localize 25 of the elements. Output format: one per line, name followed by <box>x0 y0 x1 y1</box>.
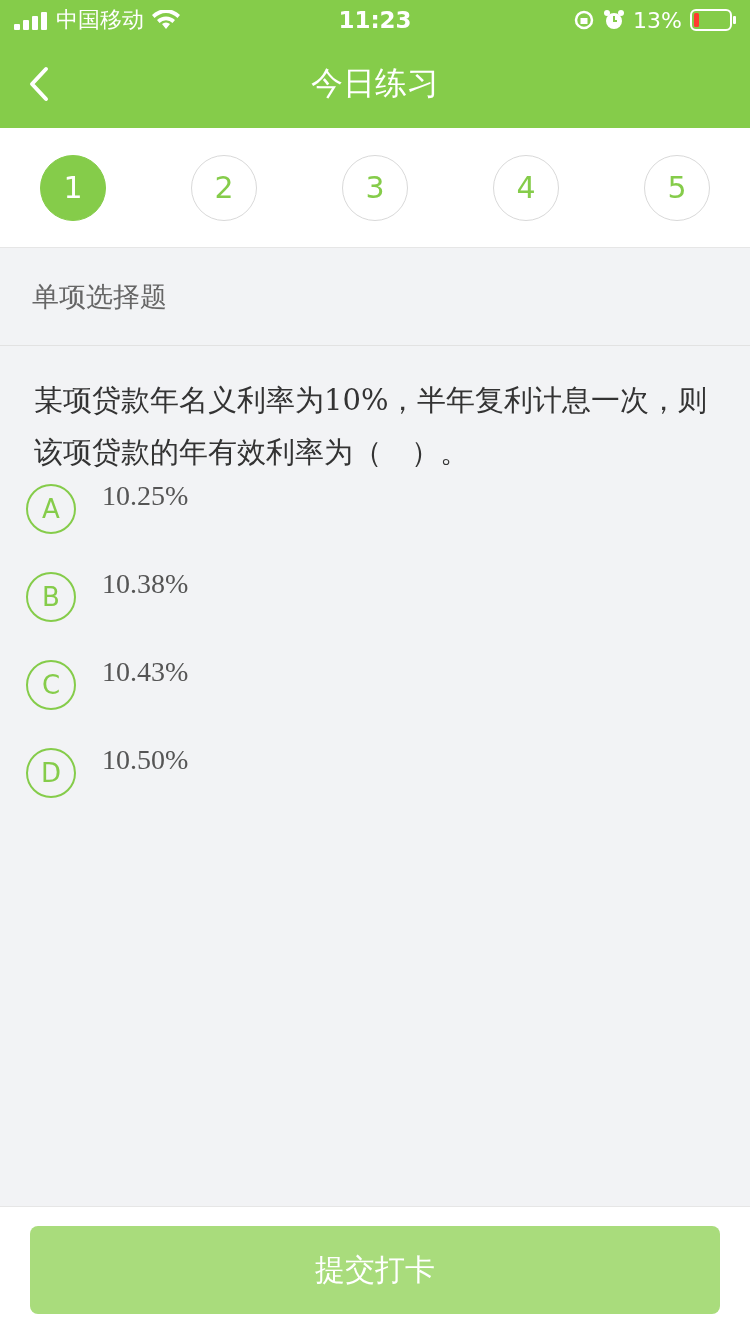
rotation-lock-icon <box>573 9 596 31</box>
option-text[interactable]: 10.43% <box>102 656 189 688</box>
battery-icon <box>690 9 736 31</box>
signal-icon <box>14 10 48 30</box>
question-text: 某项贷款年名义利率为10%，半年复利计息一次，则该项贷款的年有效利率为（ ）。 <box>34 383 708 469</box>
option-radio[interactable]: D <box>26 748 76 798</box>
option-radio[interactable]: A <box>26 484 76 534</box>
battery-percent: 13% <box>633 7 682 33</box>
question-number-tab[interactable]: 4 <box>493 154 559 221</box>
option-text[interactable]: 10.38% <box>102 568 189 600</box>
option-text[interactable]: 10.25% <box>102 480 189 512</box>
question-number-tab[interactable]: 1 <box>40 154 106 221</box>
question-type-label: 单项选择题 <box>32 279 167 314</box>
question-number-tab[interactable]: 5 <box>644 154 710 221</box>
question-number-tab[interactable]: 3 <box>342 154 408 221</box>
wifi-icon <box>152 10 180 30</box>
option-text[interactable]: 10.50% <box>102 744 189 776</box>
question-number-tab[interactable]: 2 <box>191 154 257 221</box>
back-icon[interactable] <box>28 66 50 102</box>
status-time: 11:23 <box>338 7 412 33</box>
page-title: 今日练习 <box>311 63 439 104</box>
alarm-icon <box>603 9 626 31</box>
carrier-name: 中国移动 <box>56 6 144 34</box>
option-radio[interactable]: C <box>26 660 76 710</box>
option-radio[interactable]: B <box>26 572 76 622</box>
